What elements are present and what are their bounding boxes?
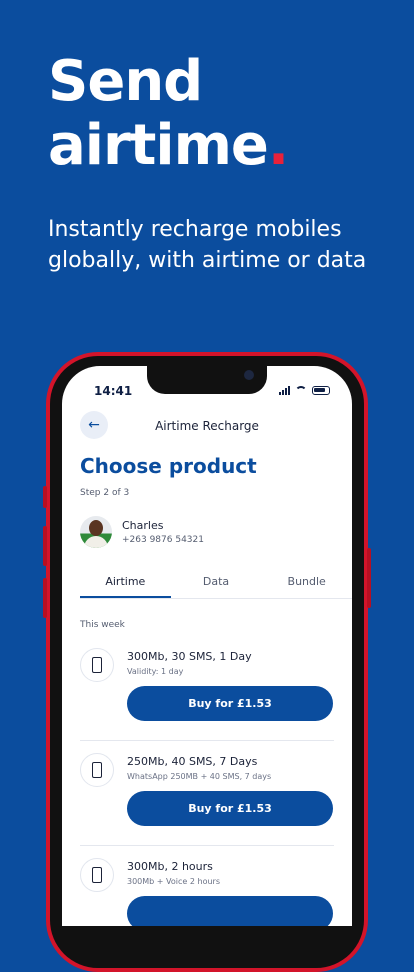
mobile-phone-icon — [80, 753, 114, 787]
camera-icon — [244, 370, 254, 380]
wifi-icon — [295, 385, 307, 395]
tab-data[interactable]: Data — [171, 568, 262, 598]
buy-button[interactable]: Buy for £1.53 — [127, 686, 333, 721]
status-time: 14:41 — [94, 384, 133, 398]
buy-button[interactable] — [127, 896, 333, 926]
hero-title: Send airtime. — [48, 49, 289, 178]
phone-side-button — [43, 526, 47, 566]
signal-icon — [279, 385, 290, 395]
section-label: This week — [80, 620, 125, 630]
phone-side-button — [43, 578, 47, 618]
phone-side-button — [43, 486, 47, 508]
hero-title-line2: airtime — [48, 113, 269, 178]
mobile-phone-icon — [80, 858, 114, 892]
mobile-phone-icon — [80, 648, 114, 682]
product-description: Validity: 1 day — [127, 667, 184, 676]
step-indicator: Step 2 of 3 — [80, 488, 130, 498]
product-title: 300Mb, 30 SMS, 1 Day — [127, 650, 252, 663]
contact-card: Charles +263 9876 54321 — [80, 516, 204, 548]
contact-phone: +263 9876 54321 — [122, 535, 204, 545]
phone-notch — [147, 366, 267, 394]
tab-airtime[interactable]: Airtime — [80, 568, 171, 598]
buy-button[interactable]: Buy for £1.53 — [127, 791, 333, 826]
hero-title-line1: Send — [48, 49, 203, 114]
divider — [80, 845, 334, 846]
product-tabs: Airtime Data Bundle — [80, 568, 352, 599]
status-icons — [279, 385, 330, 395]
product-title: 300Mb, 2 hours — [127, 860, 213, 873]
phone-power-button — [367, 548, 371, 608]
hero-subtitle: Instantly recharge mobiles globally, wit… — [48, 217, 367, 273]
contact-name: Charles — [122, 519, 164, 532]
page-heading: Choose product — [80, 454, 257, 478]
product-description: 300Mb + Voice 2 hours — [127, 877, 220, 886]
battery-icon — [312, 385, 330, 395]
product-title: 250Mb, 40 SMS, 7 Days — [127, 755, 258, 768]
tab-bundle[interactable]: Bundle — [261, 568, 352, 598]
product-description: WhatsApp 250MB + 40 SMS, 7 days — [127, 772, 272, 781]
screen-title: Airtime Recharge — [155, 419, 259, 433]
hero-title-dot: . — [267, 113, 289, 178]
phone-screen: 14:41 ← Airtime Recharge Choose product … — [62, 366, 352, 926]
divider — [80, 740, 334, 741]
avatar — [80, 516, 112, 548]
